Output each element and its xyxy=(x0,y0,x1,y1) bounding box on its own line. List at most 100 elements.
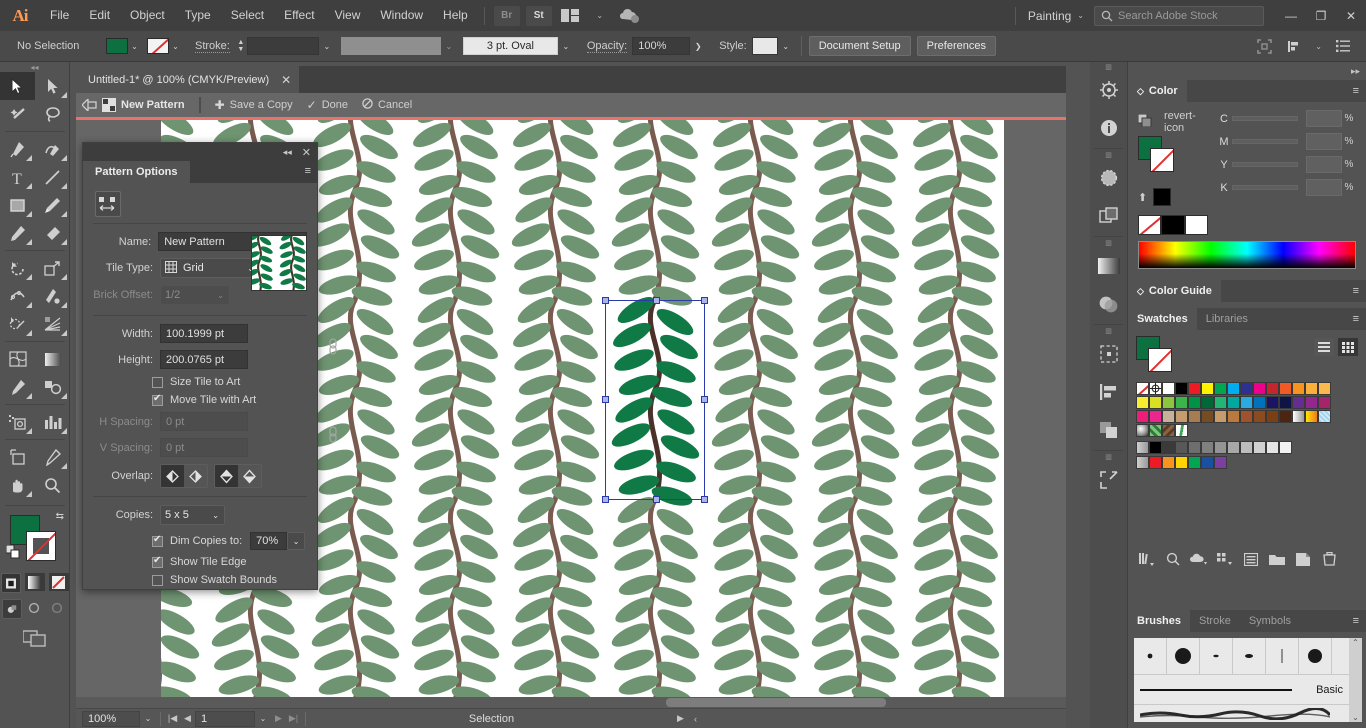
swap-fill-stroke-icon[interactable]: ⇆ xyxy=(56,511,64,522)
swatch-color[interactable] xyxy=(1175,396,1188,409)
rectangle-tool[interactable] xyxy=(0,191,35,219)
new-swatch-folder-icon[interactable] xyxy=(1264,548,1290,570)
status-menu-arrow-icon[interactable]: ▶ xyxy=(673,713,688,724)
menu-view[interactable]: View xyxy=(325,0,371,31)
collapse-icon[interactable]: ◂◂ xyxy=(283,147,292,158)
creative-cloud-icon[interactable] xyxy=(617,6,643,26)
swatch-color[interactable] xyxy=(1188,456,1201,469)
grid-view-icon[interactable] xyxy=(1338,338,1358,356)
swatch-color[interactable] xyxy=(1136,410,1149,423)
show-tile-edge-checkbox[interactable] xyxy=(152,555,163,568)
swatch-options-icon[interactable] xyxy=(1238,548,1264,570)
gradient-tool[interactable] xyxy=(35,345,70,373)
tool-presets-icon[interactable] xyxy=(1090,71,1127,109)
tab-symbols[interactable]: Symbols xyxy=(1240,610,1300,632)
swatch-color[interactable] xyxy=(1305,382,1318,395)
fill-color-swatch[interactable] xyxy=(106,38,128,54)
overlap-top-in-front-button[interactable] xyxy=(215,465,238,487)
tab-stroke[interactable]: Stroke xyxy=(1190,610,1240,632)
menu-effect[interactable]: Effect xyxy=(274,0,324,31)
options-menu-icon[interactable] xyxy=(1330,36,1356,56)
move-tile-with-art-checkbox[interactable] xyxy=(152,393,163,406)
selection-tool[interactable] xyxy=(0,72,35,100)
list-view-icon[interactable] xyxy=(1314,338,1334,356)
close-icon[interactable]: ✕ xyxy=(302,146,311,159)
expand-panel-icon[interactable] xyxy=(1090,461,1127,499)
swatch-pattern-brown-texture[interactable] xyxy=(1162,424,1175,437)
document-setup-button[interactable]: Document Setup xyxy=(808,36,911,56)
eyedropper-tool[interactable] xyxy=(0,373,35,401)
draw-inside-mode[interactable] xyxy=(48,599,68,617)
swatch-color[interactable] xyxy=(1227,441,1240,454)
preferences-button[interactable]: Preferences xyxy=(916,36,996,56)
none-swatch[interactable] xyxy=(1138,215,1162,235)
style-chevron-down-icon[interactable]: ⌄ xyxy=(777,37,794,55)
zoom-chevron-down-icon[interactable]: ⌄ xyxy=(140,711,156,727)
paintbrush-tool[interactable] xyxy=(35,191,70,219)
menu-edit[interactable]: Edit xyxy=(79,0,120,31)
stroke-weight-field[interactable] xyxy=(246,37,319,55)
brush-definition-chevron-down-icon[interactable]: ⌄ xyxy=(557,37,574,55)
color-panel-fillstroke-toggle-icon[interactable] xyxy=(1137,113,1152,130)
color-button[interactable] xyxy=(0,573,21,593)
swatch-color[interactable] xyxy=(1253,396,1266,409)
previous-artboard-button[interactable]: ◀ xyxy=(180,713,195,724)
move-tile-with-art-row[interactable]: Move Tile with Art xyxy=(83,393,317,406)
swatch-color[interactable] xyxy=(1292,396,1305,409)
swatch-color[interactable] xyxy=(1162,382,1175,395)
zoom-tool[interactable] xyxy=(35,471,70,499)
swatch-color[interactable] xyxy=(1201,410,1214,423)
swatch-color[interactable] xyxy=(1214,456,1227,469)
delete-swatch-icon[interactable] xyxy=(1316,548,1342,570)
swatch-color[interactable] xyxy=(1214,382,1227,395)
swatch-none[interactable] xyxy=(1136,382,1149,395)
swatch-color[interactable] xyxy=(1201,382,1214,395)
pattern-tile-edge[interactable] xyxy=(602,297,708,503)
line-segment-tool[interactable] xyxy=(35,163,70,191)
rail-grip[interactable]: ▥ xyxy=(1090,62,1127,71)
tab-pattern-options[interactable]: Pattern Options xyxy=(83,161,190,183)
show-swatch-bounds-checkbox[interactable] xyxy=(152,574,163,586)
curvature-tool[interactable] xyxy=(35,135,70,163)
rail-grip-4[interactable]: ▥ xyxy=(1090,326,1127,335)
window-minimize-button[interactable]: — xyxy=(1276,0,1306,31)
swatch-libraries-icon[interactable] xyxy=(1134,548,1160,570)
pathfinder-icon[interactable] xyxy=(1090,335,1127,373)
swatch-color[interactable] xyxy=(1188,441,1201,454)
swatch-color[interactable] xyxy=(1175,441,1188,454)
cancel-button[interactable]: Cancel xyxy=(362,98,412,112)
tab-color[interactable]: ◇ Color xyxy=(1128,80,1187,102)
cyan-slider[interactable] xyxy=(1232,116,1298,121)
swatch-color[interactable] xyxy=(1279,441,1292,454)
stroke-profile-chevron-down-icon[interactable]: ⌄ xyxy=(440,37,457,55)
swatch-color[interactable] xyxy=(1201,456,1214,469)
back-arrow-icon[interactable] xyxy=(76,99,102,111)
tile-type-select[interactable]: Grid ⌄ xyxy=(160,258,260,278)
toolbar-grip[interactable]: ◂◂ xyxy=(0,62,69,72)
pattern-tile-tool-icon[interactable] xyxy=(95,191,121,217)
new-color-group-icon[interactable] xyxy=(1212,548,1238,570)
magic-wand-tool[interactable] xyxy=(0,100,35,128)
swatch-color[interactable] xyxy=(1188,396,1201,409)
bridge-icon[interactable]: Br xyxy=(493,5,520,26)
overlap-bottom-in-front-button[interactable] xyxy=(238,465,261,487)
brush-definition-field[interactable]: 3 pt. Oval xyxy=(462,37,558,55)
free-transform-tool[interactable] xyxy=(35,282,70,310)
menu-file[interactable]: File xyxy=(40,0,79,31)
brushes-menu-icon[interactable]: ≡ xyxy=(1346,610,1366,632)
stroke-weight-stepper[interactable]: ▲ ▼ xyxy=(235,37,247,55)
menu-window[interactable]: Window xyxy=(370,0,433,31)
brush-dash-tiny[interactable] xyxy=(1200,638,1233,674)
tab-color-guide[interactable]: ◇ Color Guide xyxy=(1128,280,1221,302)
swatch-color[interactable] xyxy=(1201,396,1214,409)
swatch-color[interactable] xyxy=(1214,441,1227,454)
dim-copies-value[interactable]: 70% xyxy=(250,532,288,550)
show-swatch-kinds-icon[interactable] xyxy=(1160,548,1186,570)
arrange-documents-icon[interactable] xyxy=(557,6,583,26)
brush-stroke-thin[interactable] xyxy=(1266,638,1299,674)
type-tool[interactable]: T xyxy=(0,163,35,191)
menu-help[interactable]: Help xyxy=(433,0,478,31)
opacity-field[interactable]: 100% xyxy=(632,37,691,55)
horizontal-scroll-thumb[interactable] xyxy=(666,698,886,707)
pen-tool[interactable] xyxy=(0,135,35,163)
